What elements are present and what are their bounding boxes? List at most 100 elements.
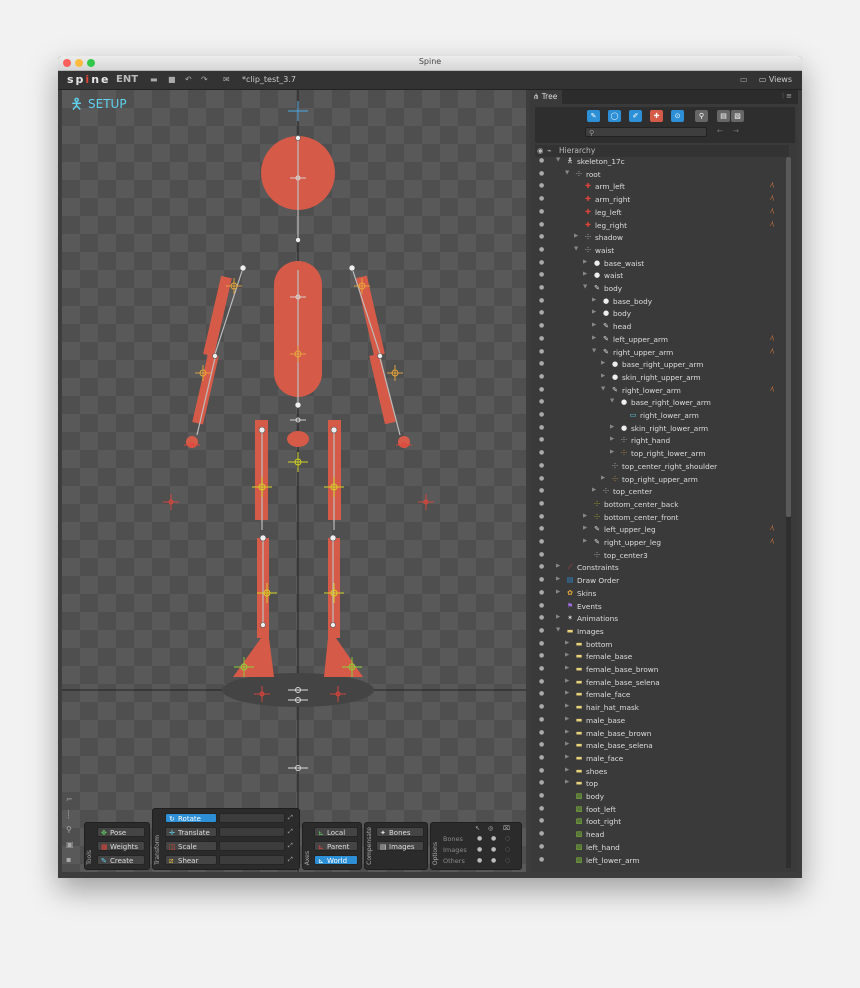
others-visible-toggle[interactable]: ● bbox=[491, 857, 496, 864]
node-visibility-toggle[interactable]: ● bbox=[539, 360, 544, 367]
pose-button[interactable]: ✥ Pose bbox=[97, 827, 145, 837]
zoom-icon[interactable]: ⚲ bbox=[66, 825, 76, 834]
expand-arrow-icon[interactable]: ▶ bbox=[601, 360, 605, 366]
tree-node[interactable]: ● ▶ ⸭ top_right_lower_arm bbox=[535, 449, 789, 462]
right-leg-attachments[interactable] bbox=[324, 420, 363, 677]
expand-arrow-icon[interactable]: ▶ bbox=[592, 487, 596, 493]
node-visibility-toggle[interactable]: ● bbox=[539, 690, 544, 697]
tree-node[interactable]: ● ▶ ✎ right_upper_leg ⁄\ bbox=[535, 538, 789, 551]
expand-arrow-icon[interactable]: ▶ bbox=[565, 690, 569, 696]
tree-node[interactable]: ● ▶ ● skin_right_upper_arm bbox=[535, 373, 789, 386]
import-tree-icon[interactable]: ▧ bbox=[731, 110, 744, 122]
tree-node[interactable]: ● ▶ ⸭ right_hand bbox=[535, 436, 789, 449]
expand-arrow-icon[interactable]: ▶ bbox=[601, 373, 605, 379]
node-visibility-toggle[interactable]: ● bbox=[539, 678, 544, 685]
expand-arrow-icon[interactable]: ▶ bbox=[556, 563, 560, 569]
tree-node[interactable]: ● ▶ ▬ top bbox=[535, 779, 789, 792]
expand-arrow-icon[interactable]: ▶ bbox=[592, 309, 596, 315]
world-axes-button[interactable]: ⊾ World bbox=[314, 855, 358, 865]
expand-arrow-icon[interactable]: ▶ bbox=[592, 322, 596, 328]
tree-node[interactable]: ● ▨ foot_left bbox=[535, 805, 789, 818]
expand-arrow-icon[interactable]: ▶ bbox=[556, 589, 560, 595]
node-visibility-toggle[interactable]: ● bbox=[539, 716, 544, 723]
tree-node[interactable]: ● ✚ leg_right ⁄\ bbox=[535, 221, 789, 234]
key-column-icon[interactable]: ⌁ bbox=[547, 146, 552, 155]
node-visibility-toggle[interactable]: ● bbox=[539, 767, 544, 774]
tree-node[interactable]: ● ▶ ⟋ Constraints bbox=[535, 563, 789, 576]
expand-arrow-icon[interactable]: ▶ bbox=[565, 703, 569, 709]
show-other-filter-icon[interactable]: ⊙ bbox=[671, 110, 684, 122]
bones-visible-toggle[interactable]: ● bbox=[491, 835, 496, 842]
others-names-toggle[interactable]: ○ bbox=[505, 857, 510, 864]
tree-node[interactable]: ● ▶ ✿ Skins bbox=[535, 589, 789, 602]
tree-node[interactable]: ● ▶ ✎ head bbox=[535, 322, 789, 335]
tree-node[interactable]: ● ▶ ▬ female_base bbox=[535, 652, 789, 665]
search-filter-icon[interactable]: ⚲ bbox=[695, 110, 708, 122]
node-visibility-toggle[interactable]: ● bbox=[539, 792, 544, 799]
node-visibility-toggle[interactable]: ● bbox=[539, 525, 544, 532]
tree-node[interactable]: ● ▼ ● base_right_lower_arm bbox=[535, 398, 789, 411]
node-visibility-toggle[interactable]: ● bbox=[539, 386, 544, 393]
tree-tab[interactable]: ⋔ Tree bbox=[530, 90, 562, 104]
expand-arrow-icon[interactable]: ▶ bbox=[592, 297, 596, 303]
tree-node[interactable]: ● ▶ ● body bbox=[535, 309, 789, 322]
tree-node[interactable]: ● ▨ body bbox=[535, 792, 789, 805]
node-visibility-toggle[interactable]: ● bbox=[539, 373, 544, 380]
export-tree-icon[interactable]: ▤ bbox=[717, 110, 730, 122]
tree-node[interactable]: ● ▶ ▬ female_face bbox=[535, 690, 789, 703]
editor-viewport[interactable]: 🯅 SETUP ⌐ ┊ ⚲ ▣ ▪ Tools ✥ Pose ▦ Weights ✎… bbox=[62, 90, 526, 872]
tree-node[interactable]: ● ▨ left_hand bbox=[535, 843, 789, 856]
top-bone-marker[interactable] bbox=[288, 101, 308, 121]
images-visible-toggle[interactable]: ● bbox=[491, 846, 496, 853]
node-visibility-toggle[interactable]: ● bbox=[539, 348, 544, 355]
node-visibility-toggle[interactable]: ● bbox=[539, 830, 544, 837]
node-visibility-toggle[interactable]: ● bbox=[539, 195, 544, 202]
node-visibility-toggle[interactable]: ● bbox=[539, 309, 544, 316]
weights-button[interactable]: ▦ Weights bbox=[97, 841, 145, 851]
node-visibility-toggle[interactable]: ● bbox=[539, 449, 544, 456]
node-visibility-toggle[interactable]: ● bbox=[539, 805, 544, 812]
tree-node[interactable]: ● ▨ foot_right bbox=[535, 817, 789, 830]
tree-node[interactable]: ● ▶ ▬ female_base_brown bbox=[535, 665, 789, 678]
tree-node[interactable]: ● ▶ ▬ shoes bbox=[535, 767, 789, 780]
node-visibility-toggle[interactable]: ● bbox=[539, 424, 544, 431]
shear-value-field[interactable] bbox=[219, 855, 285, 865]
tree-node[interactable]: ● ▶ ⸭ top_right_upper_arm bbox=[535, 475, 789, 488]
node-visibility-toggle[interactable]: ● bbox=[539, 602, 544, 609]
expand-arrow-icon[interactable]: ▶ bbox=[556, 576, 560, 582]
node-visibility-toggle[interactable]: ● bbox=[539, 170, 544, 177]
expand-arrow-icon[interactable]: ▶ bbox=[583, 525, 587, 531]
zoom-slider[interactable]: ┊ bbox=[66, 810, 76, 819]
node-visibility-toggle[interactable]: ● bbox=[539, 221, 544, 228]
bones-names-toggle[interactable]: ○ bbox=[505, 835, 510, 842]
tree-node[interactable]: ● ▶ ▬ male_base_selena bbox=[535, 741, 789, 754]
rotate-value-field[interactable] bbox=[219, 813, 285, 823]
expand-arrow-icon[interactable]: ▶ bbox=[565, 779, 569, 785]
open-folder-icon[interactable]: ▬ bbox=[150, 75, 158, 84]
node-visibility-toggle[interactable]: ● bbox=[539, 284, 544, 291]
expand-arrow-icon[interactable]: ▶ bbox=[601, 475, 605, 481]
node-visibility-toggle[interactable]: ● bbox=[539, 297, 544, 304]
expand-arrow-icon[interactable]: ▶ bbox=[583, 271, 587, 277]
node-visibility-toggle[interactable]: ● bbox=[539, 843, 544, 850]
node-visibility-toggle[interactable]: ● bbox=[539, 856, 544, 863]
expand-arrow-icon[interactable]: ▶ bbox=[610, 424, 614, 430]
rotate-key-icon[interactable]: ⤢ bbox=[288, 814, 293, 822]
node-visibility-toggle[interactable]: ● bbox=[539, 487, 544, 494]
others-select-toggle[interactable]: ● bbox=[477, 857, 482, 864]
collapse-arrow-icon[interactable]: ▼ bbox=[556, 627, 560, 633]
search-next-icon[interactable]: → bbox=[733, 127, 739, 135]
expand-arrow-icon[interactable]: ▶ bbox=[592, 335, 596, 341]
expand-arrow-icon[interactable]: ▶ bbox=[565, 678, 569, 684]
tree-node[interactable]: ● ⸭ bottom_center_back bbox=[535, 500, 789, 513]
show-slots-filter-icon[interactable]: ◯ bbox=[608, 110, 621, 122]
local-axes-button[interactable]: ⊾ Local bbox=[314, 827, 358, 837]
collapse-arrow-icon[interactable]: ▼ bbox=[583, 284, 587, 290]
tree-node[interactable]: ● ▼ ⸭ root bbox=[535, 170, 789, 183]
node-visibility-toggle[interactable]: ● bbox=[539, 398, 544, 405]
tree-node[interactable]: ● ▶ ⸭ bottom_center_front bbox=[535, 513, 789, 526]
expand-arrow-icon[interactable]: ▶ bbox=[583, 513, 587, 519]
tree-node[interactable]: ● ▼ ✎ body bbox=[535, 284, 789, 297]
save-icon[interactable]: ■ bbox=[168, 75, 176, 84]
bones-select-toggle[interactable]: ● bbox=[477, 835, 482, 842]
